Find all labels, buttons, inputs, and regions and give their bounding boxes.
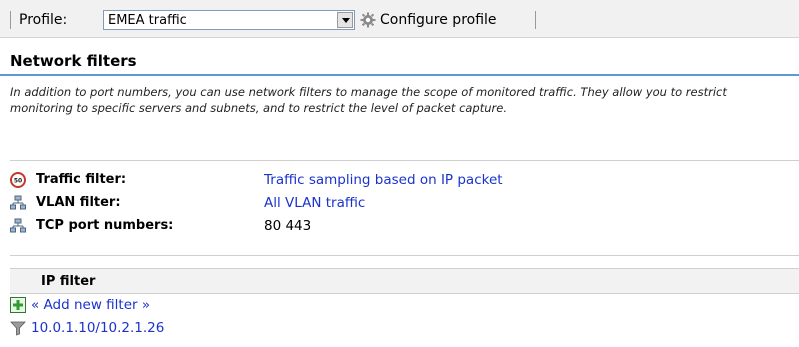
traffic-filter-row: 50 Traffic filter: Traffic sampling base… xyxy=(10,170,790,190)
add-icon[interactable] xyxy=(10,297,26,313)
ip-filter-table-header: IP filter xyxy=(10,268,799,294)
sampling-icon: 50 xyxy=(10,172,26,188)
toolbar-separator xyxy=(10,11,11,29)
tcp-port-label: TCP port numbers: xyxy=(36,218,174,233)
configure-profile-label: Configure profile xyxy=(380,12,497,28)
profile-toolbar: Profile: EMEA traffic Configure profile xyxy=(0,0,799,38)
configure-profile-button[interactable]: Configure profile xyxy=(360,11,497,29)
traffic-filter-link[interactable]: Traffic sampling based on IP packet xyxy=(264,170,503,190)
profile-select[interactable]: EMEA traffic xyxy=(103,10,355,30)
network-icon xyxy=(10,218,26,233)
profile-select-value: EMEA traffic xyxy=(108,13,187,28)
traffic-filter-label: Traffic filter: xyxy=(36,172,127,187)
section-title: Network filters xyxy=(0,46,799,76)
tcp-port-value: 80 443 xyxy=(264,218,312,234)
svg-text:50: 50 xyxy=(14,178,22,185)
ip-filter-column-header: IP filter xyxy=(41,274,96,289)
network-icon xyxy=(10,195,26,210)
divider xyxy=(10,160,799,161)
ip-filter-row: 10.0.1.10/10.2.1.26 xyxy=(10,317,799,339)
add-new-filter-link[interactable]: « Add new filter » xyxy=(31,294,150,316)
gear-icon xyxy=(360,12,376,28)
vlan-filter-link[interactable]: All VLAN traffic xyxy=(264,193,365,213)
tcp-port-row: TCP port numbers: 80 443 xyxy=(10,216,790,236)
vlan-filter-label: VLAN filter: xyxy=(36,195,121,210)
vlan-filter-row: VLAN filter: All VLAN traffic xyxy=(10,193,790,213)
divider xyxy=(10,255,799,256)
funnel-icon xyxy=(10,321,26,336)
add-filter-row: « Add new filter » xyxy=(10,294,799,316)
profile-label: Profile: xyxy=(19,12,68,28)
ip-filter-item-link[interactable]: 10.0.1.10/10.2.1.26 xyxy=(31,317,164,339)
section-description: In addition to port numbers, you can use… xyxy=(10,85,727,115)
toolbar-separator xyxy=(535,11,536,29)
chevron-down-icon[interactable] xyxy=(337,12,353,28)
